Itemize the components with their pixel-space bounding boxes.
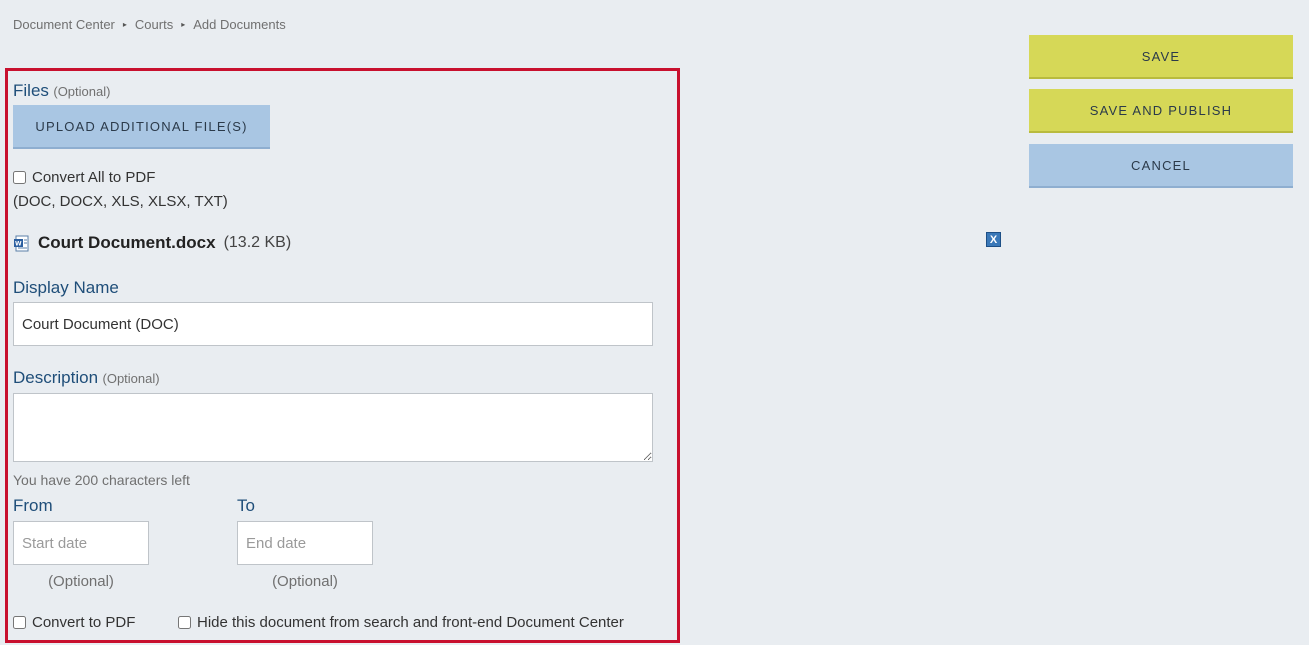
from-optional: (Optional) xyxy=(48,573,114,590)
end-date-input[interactable] xyxy=(237,521,373,565)
breadcrumb-separator-icon: ▸ xyxy=(122,20,127,29)
description-label-row: Description (Optional) xyxy=(13,368,160,388)
to-label: To xyxy=(237,496,255,515)
save-button[interactable]: SAVE xyxy=(1029,35,1293,79)
word-document-icon: W xyxy=(13,235,30,252)
breadcrumb: Document Center ▸ Courts ▸ Add Documents xyxy=(13,17,286,32)
start-date-input[interactable] xyxy=(13,521,149,565)
description-optional: (Optional) xyxy=(102,371,160,386)
convert-pdf-label: Convert to PDF xyxy=(32,614,136,631)
convert-all-checkbox[interactable] xyxy=(13,171,26,184)
files-label: Files (Optional) xyxy=(13,81,110,101)
file-size: (13.2 KB) xyxy=(223,234,292,251)
breadcrumb-separator-icon: ▸ xyxy=(181,20,186,29)
save-and-publish-button[interactable]: SAVE AND PUBLISH xyxy=(1029,89,1293,133)
files-title: Files xyxy=(13,81,49,100)
supported-formats: (DOC, DOCX, XLS, XLSX, TXT) xyxy=(13,193,228,210)
file-item: W Court Document.docx (13.2 KB) xyxy=(13,233,291,253)
breadcrumb-document-center[interactable]: Document Center xyxy=(13,17,115,32)
convert-all-row[interactable]: Convert All to PDF xyxy=(13,169,155,186)
upload-files-button[interactable]: UPLOAD ADDITIONAL FILE(S) xyxy=(13,105,270,149)
files-optional: (Optional) xyxy=(53,84,111,99)
from-label: From xyxy=(13,496,53,515)
display-name-input[interactable] xyxy=(13,302,653,346)
file-name: Court Document.docx xyxy=(38,233,216,252)
remove-file-icon[interactable]: X xyxy=(986,232,1001,247)
convert-all-label: Convert All to PDF xyxy=(32,169,156,186)
description-label: Description xyxy=(13,368,99,387)
svg-text:W: W xyxy=(15,240,22,247)
convert-pdf-row[interactable]: Convert to PDF xyxy=(13,614,135,631)
cancel-button[interactable]: CANCEL xyxy=(1029,144,1293,188)
display-name-label: Display Name xyxy=(13,278,119,297)
to-optional: (Optional) xyxy=(272,573,338,590)
breadcrumb-courts[interactable]: Courts xyxy=(135,17,173,32)
hide-document-checkbox[interactable] xyxy=(178,616,191,629)
breadcrumb-add-documents: Add Documents xyxy=(193,17,286,32)
document-form-panel: Files (Optional) UPLOAD ADDITIONAL FILE(… xyxy=(5,68,680,643)
description-textarea[interactable] xyxy=(13,393,653,462)
characters-left: You have 200 characters left xyxy=(13,472,190,488)
hide-document-label: Hide this document from search and front… xyxy=(197,614,624,631)
convert-pdf-checkbox[interactable] xyxy=(13,616,26,629)
hide-document-row[interactable]: Hide this document from search and front… xyxy=(178,614,624,631)
